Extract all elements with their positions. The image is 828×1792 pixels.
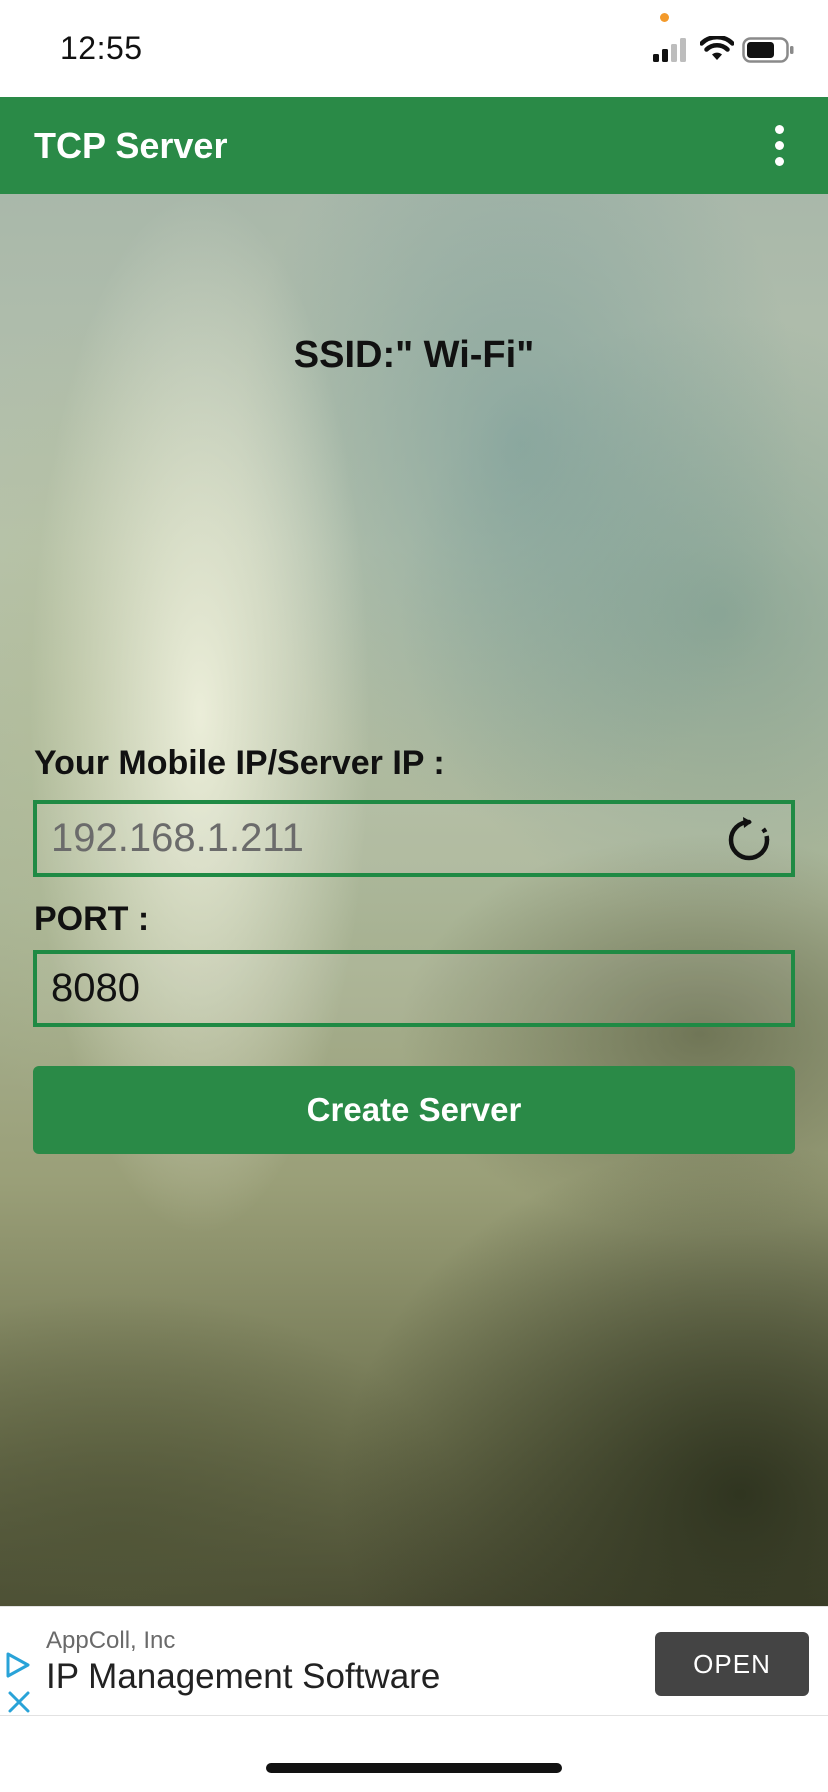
app-title: TCP Server [34,125,228,166]
port-field-container [33,950,795,1027]
more-vertical-icon [774,124,784,134]
battery-icon [742,37,794,63]
ad-banner[interactable]: AppColl, Inc IP Management Software OPEN [0,1606,828,1716]
ad-headline[interactable]: IP Management Software [46,1657,440,1697]
port-label: PORT : [34,900,150,938]
more-options-button[interactable] [762,119,796,171]
ad-open-button[interactable]: OPEN [655,1632,809,1696]
refresh-icon[interactable] [725,816,773,864]
main-content: SSID:" Wi-Fi" Your Mobile IP/Server IP :… [0,194,828,1606]
create-server-button[interactable]: Create Server [33,1066,795,1154]
home-indicator[interactable] [266,1763,562,1773]
app-bar: TCP Server [0,97,828,194]
ip-field-container [33,800,795,877]
ip-label: Your Mobile IP/Server IP : [34,744,445,782]
close-icon[interactable] [6,1689,32,1715]
status-time: 12:55 [60,30,143,66]
ip-input[interactable] [51,804,691,873]
wifi-icon [700,36,734,60]
ssid-label: SSID:" Wi-Fi" [293,334,535,376]
screen: 12:55 TCP Server SSID:" Wi-Fi" Your Mobi… [0,0,828,1792]
ad-play-icon[interactable] [4,1651,32,1679]
ad-advertiser: AppColl, Inc [46,1627,176,1654]
status-bar: 12:55 [0,0,828,97]
port-input[interactable] [51,954,691,1023]
cellular-signal-icon [653,38,686,62]
privacy-indicator-dot [660,13,669,22]
